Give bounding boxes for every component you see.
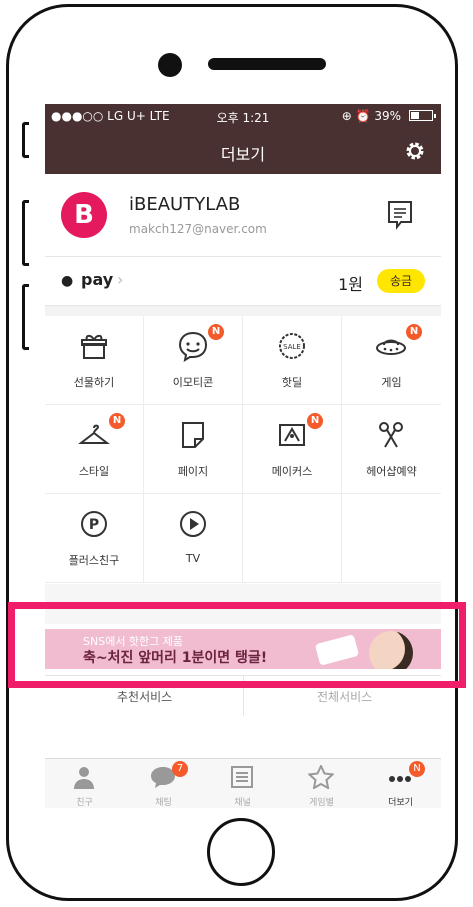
new-badge: N — [208, 324, 224, 340]
sale-icon: SALE — [279, 333, 305, 359]
hanger-icon — [78, 424, 110, 444]
volume-up-button — [22, 200, 29, 266]
tab-label: 채널 — [234, 798, 251, 808]
service-grid: 선물하기 N 이모티콘 SALE 핫딜 N 게임 N 스타일 페이지 N 메이커… — [45, 316, 441, 584]
tab-more[interactable]: N 더보기 — [361, 759, 440, 808]
tab-label: 게임별 — [309, 798, 334, 808]
grid-item-emoticon[interactable]: N 이모티콘 — [144, 316, 243, 405]
emoticon-icon — [178, 331, 208, 362]
section-divider — [45, 306, 441, 316]
gear-icon[interactable] — [403, 139, 427, 163]
grid-item-empty — [342, 494, 441, 583]
person-icon — [74, 767, 94, 789]
profile-row[interactable]: B iBEAUTYLAB makch127@naver.com — [45, 174, 441, 257]
grid-item-style[interactable]: N 스타일 — [45, 405, 144, 494]
front-camera — [158, 53, 182, 77]
grid-item-label: TV — [185, 552, 201, 565]
grid-item-gift[interactable]: 선물하기 — [45, 316, 144, 405]
page-icon — [182, 422, 204, 448]
grid-item-hotdeal[interactable]: SALE 핫딜 — [243, 316, 342, 405]
grid-item-makers[interactable]: N 메이커스 — [243, 405, 342, 494]
play-icon — [180, 511, 206, 537]
grid-item-label: 스타일 — [78, 465, 110, 478]
tab-label: 친구 — [76, 798, 93, 808]
home-button[interactable] — [207, 818, 275, 886]
tab-label: 채팅 — [155, 798, 172, 808]
highlight-box — [8, 602, 466, 688]
profile-email: makch127@naver.com — [129, 222, 267, 236]
message-icon[interactable] — [387, 200, 413, 230]
plus-friend-icon: P — [81, 511, 107, 537]
grid-item-label: 핫딜 — [281, 376, 303, 389]
pay-row[interactable]: ● pay › 1원 송금 — [45, 257, 441, 306]
ufo-icon — [376, 339, 406, 355]
tab-label: 더보기 — [388, 798, 413, 808]
channel-icon — [231, 766, 253, 788]
grid-item-game[interactable]: N 게임 — [342, 316, 441, 405]
tab-games[interactable]: 게임별 — [282, 759, 361, 808]
unread-badge: 7 — [172, 761, 188, 777]
grid-item-page[interactable]: 페이지 — [144, 405, 243, 494]
top-nav: 더보기 — [45, 128, 441, 174]
pay-balance: 1원 — [338, 275, 363, 294]
status-bar: ●●●○○ LG U+ LTE 오후 1:21 ⊕ ⏰ 39% — [45, 104, 441, 128]
star-icon — [308, 765, 334, 789]
new-badge: N — [109, 413, 125, 429]
chevron-right-icon: › — [117, 270, 124, 289]
new-badge: N — [409, 761, 425, 777]
volume-down-button — [22, 284, 29, 350]
earpiece-speaker — [208, 58, 326, 70]
tab-friends[interactable]: 친구 — [45, 759, 124, 808]
svg-text:SALE: SALE — [283, 343, 301, 351]
scissors-icon — [379, 422, 403, 448]
svg-text:P: P — [89, 517, 99, 533]
grid-item-empty — [243, 494, 342, 583]
pay-bubble-icon: ● — [61, 273, 74, 289]
grid-item-label: 메이커스 — [271, 465, 313, 478]
grid-item-hairshop[interactable]: 헤어샵예약 — [342, 405, 441, 494]
grid-item-label: 플러스친구 — [68, 554, 120, 567]
send-money-button[interactable]: 송금 — [377, 269, 425, 293]
grid-item-label: 게임 — [381, 376, 402, 389]
tab-chats[interactable]: 7 채팅 — [124, 759, 203, 808]
mute-switch — [22, 122, 29, 158]
grid-item-plusfriend[interactable]: P 플러스친구 — [45, 494, 144, 583]
avatar[interactable]: B — [61, 192, 107, 238]
bottom-tab-bar: 친구 7 채팅 채널 게임별 N 더보기 — [45, 758, 441, 808]
makers-icon — [279, 424, 305, 446]
grid-item-label: 이모티콘 — [172, 376, 214, 389]
status-indicators: ⊕ ⏰ 39% — [341, 109, 401, 123]
pay-label: pay — [81, 270, 114, 289]
grid-item-label: 선물하기 — [73, 376, 115, 389]
gift-icon — [81, 334, 107, 359]
app-screen: ●●●○○ LG U+ LTE 오후 1:21 ⊕ ⏰ 39% 더보기 B iB… — [45, 104, 441, 808]
grid-item-label: 헤어샵예약 — [366, 465, 417, 478]
page-title: 더보기 — [220, 145, 266, 164]
new-badge: N — [307, 413, 323, 429]
grid-item-label: 페이지 — [177, 465, 209, 478]
tab-recommended-services[interactable]: 추천서비스 — [117, 688, 172, 705]
profile-name: iBEAUTYLAB — [129, 194, 241, 215]
grid-item-tv[interactable]: TV — [144, 494, 243, 583]
tab-channel[interactable]: 채널 — [203, 759, 282, 808]
new-badge: N — [406, 324, 422, 340]
tab-all-services[interactable]: 전체서비스 — [317, 688, 372, 705]
battery-icon — [409, 110, 436, 121]
